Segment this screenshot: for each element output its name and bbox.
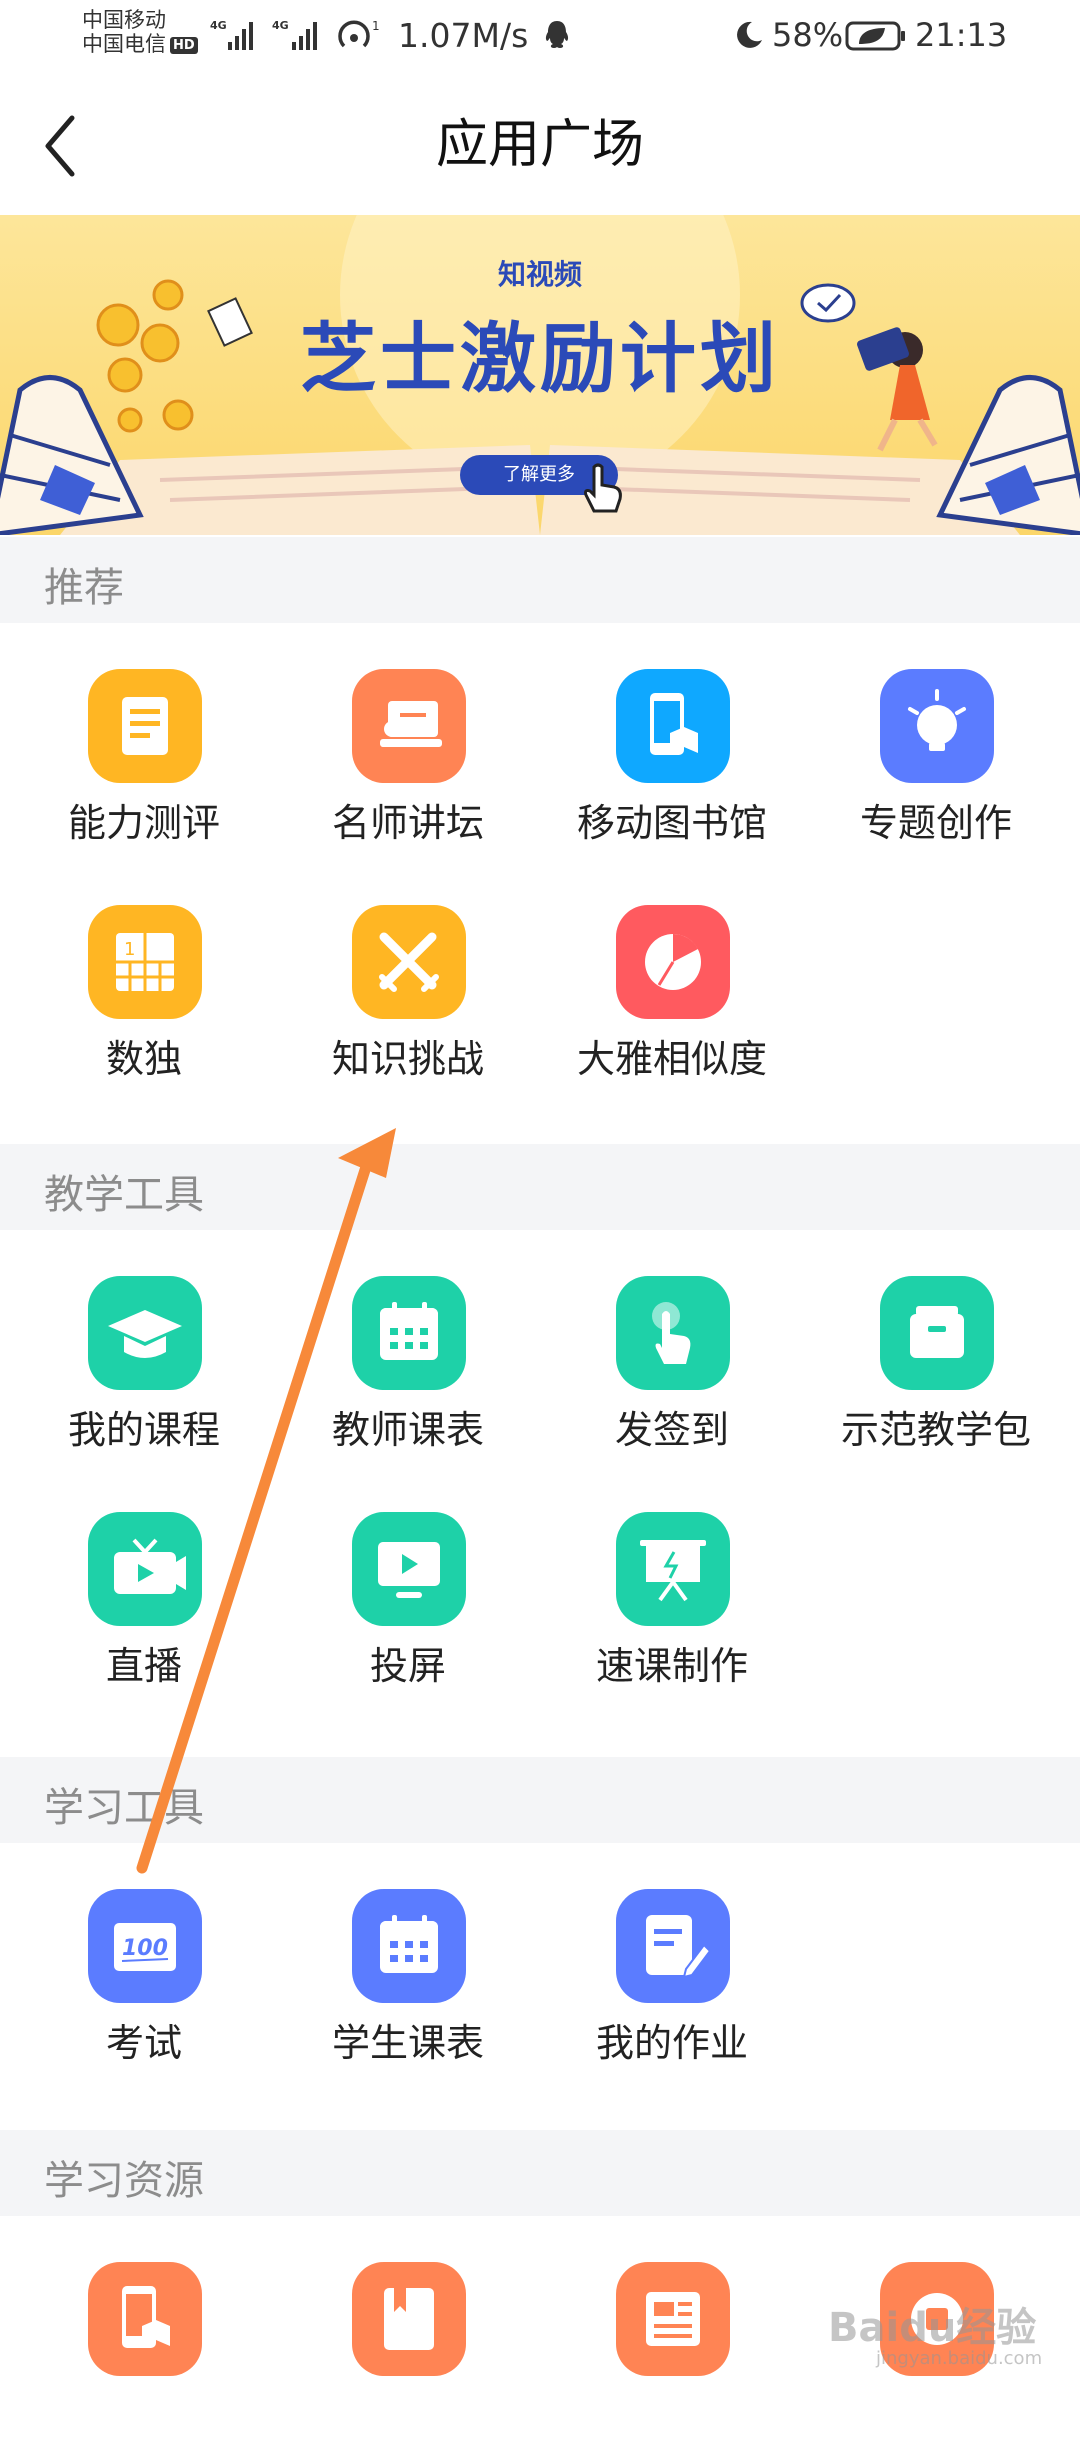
report-icon <box>88 669 202 783</box>
homework-pencil-icon <box>616 1889 730 2003</box>
app-label: 我的课程 <box>67 1408 220 1452</box>
section-header: 学习资源 <box>0 2130 1080 2216</box>
signal-icon: 4G <box>210 19 253 50</box>
exam-100-icon: 100 <box>88 1889 202 2003</box>
book-icon <box>352 2262 466 2376</box>
carrier-info: 中国移动 中国电信 HD <box>82 8 198 56</box>
app-item[interactable] <box>276 2262 540 2462</box>
calendar-icon <box>352 1276 466 1390</box>
app-item[interactable]: 直播 <box>12 1512 276 1712</box>
signal-icon-2: 4G <box>272 19 317 50</box>
section-title: 学习工具 <box>44 1785 204 1831</box>
app-label: 直播 <box>105 1644 182 1688</box>
screen-cast-icon <box>352 1512 466 1626</box>
app-label: 发签到 <box>614 1408 729 1452</box>
watermark-url: jingyan.baidu.com <box>876 2348 1043 2369</box>
app-label: 数独 <box>105 1037 182 1081</box>
app-item[interactable]: 我的课程 <box>12 1276 276 1476</box>
app-label: 学生课表 <box>331 2021 484 2065</box>
svg-text:100: 100 <box>122 1936 168 1961</box>
lecture-icon <box>352 669 466 783</box>
section-header: 学习工具 <box>0 1757 1080 1843</box>
app-item[interactable] <box>12 2262 276 2462</box>
app-item[interactable]: 学生课表 <box>276 1889 540 2089</box>
app-item[interactable]: 专题创作 <box>804 669 1068 869</box>
watermark-text: Baidu经验 <box>828 2305 1037 2351</box>
app-item[interactable]: 知识挑战 <box>276 905 540 1105</box>
app-label: 教师课表 <box>331 1408 484 1452</box>
app-item[interactable]: 移动图书馆 <box>540 669 804 869</box>
app-label: 大雅相似度 <box>576 1037 767 1081</box>
top-app-bar: 应用广场 <box>0 80 1080 210</box>
hotspot-icon: 1 <box>338 19 380 48</box>
sudoku-icon: 1 <box>88 905 202 1019</box>
app-label: 示范教学包 <box>840 1408 1031 1452</box>
app-label: 能力测评 <box>67 801 220 845</box>
lightbulb-icon <box>880 669 994 783</box>
app-item[interactable]: 100 考试 <box>12 1889 276 2089</box>
section-header: 推荐 <box>0 537 1080 623</box>
live-tv-icon <box>88 1512 202 1626</box>
mobile-library-icon <box>88 2262 202 2376</box>
app-label: 移动图书馆 <box>576 801 767 845</box>
network-speed: 1.07M/s <box>398 16 529 55</box>
app-item[interactable]: 我的作业 <box>540 1889 804 2089</box>
app-item[interactable]: 1 数独 <box>12 905 276 1105</box>
page-title: 应用广场 <box>435 115 644 175</box>
hotspot-badge: 1 <box>372 19 380 33</box>
calendar-icon <box>352 1889 466 2003</box>
app-label: 我的作业 <box>595 2021 748 2065</box>
app-item[interactable]: 能力测评 <box>12 669 276 869</box>
section-title: 教学工具 <box>44 1172 204 1218</box>
battery-icon <box>845 21 905 51</box>
section-title: 学习资源 <box>44 2158 204 2204</box>
section-title: 推荐 <box>44 565 124 611</box>
document-icon <box>616 2262 730 2376</box>
app-item[interactable]: 教师课表 <box>276 1276 540 1476</box>
crossed-swords-icon <box>352 905 466 1019</box>
app-label: 名师讲坛 <box>331 801 484 845</box>
moon-icon <box>737 21 762 48</box>
pie-chart-icon <box>616 905 730 1019</box>
section-header: 教学工具 <box>0 1144 1080 1230</box>
carrier-1: 中国移动 <box>82 8 166 32</box>
net-label-1: 4G <box>210 19 227 32</box>
app-item[interactable] <box>540 2262 804 2462</box>
app-label: 专题创作 <box>859 801 1012 845</box>
app-label: 投屏 <box>369 1644 446 1688</box>
presentation-icon <box>616 1512 730 1626</box>
app-label: 速课制作 <box>595 1644 748 1688</box>
mobile-library-icon <box>616 669 730 783</box>
banner-brand: 知视频 <box>497 258 582 291</box>
app-label: 知识挑战 <box>331 1037 484 1081</box>
carrier-2: 中国电信 <box>82 32 166 56</box>
pointing-hand-icon <box>584 463 622 513</box>
promo-banner[interactable]: 知视频 芝士激励计划 了解更多 <box>0 215 1080 535</box>
package-icon <box>880 1276 994 1390</box>
app-item[interactable]: 名师讲坛 <box>276 669 540 869</box>
battery-percent: 58% <box>772 16 844 54</box>
clock: 21:13 <box>915 16 1008 54</box>
tap-finger-icon <box>616 1276 730 1390</box>
banner-headline: 芝士激励计划 <box>300 314 780 403</box>
net-label-2: 4G <box>272 19 289 32</box>
graduation-cap-icon <box>88 1276 202 1390</box>
app-item[interactable]: 投屏 <box>276 1512 540 1712</box>
app-item[interactable]: 大雅相似度 <box>540 905 804 1105</box>
app-item[interactable]: 速课制作 <box>540 1512 804 1712</box>
hd-badge: HD <box>170 36 198 54</box>
app-item[interactable]: 发签到 <box>540 1276 804 1476</box>
status-bar: 中国移动 中国电信 HD 4G 4G 1 1.07M/s 58% 21:13 <box>0 0 1080 72</box>
app-item[interactable]: 示范教学包 <box>804 1276 1068 1476</box>
svg-text:1: 1 <box>124 939 135 960</box>
qq-icon <box>545 21 569 48</box>
app-label: 考试 <box>105 2021 182 2065</box>
learn-more-label: 了解更多 <box>503 464 575 485</box>
